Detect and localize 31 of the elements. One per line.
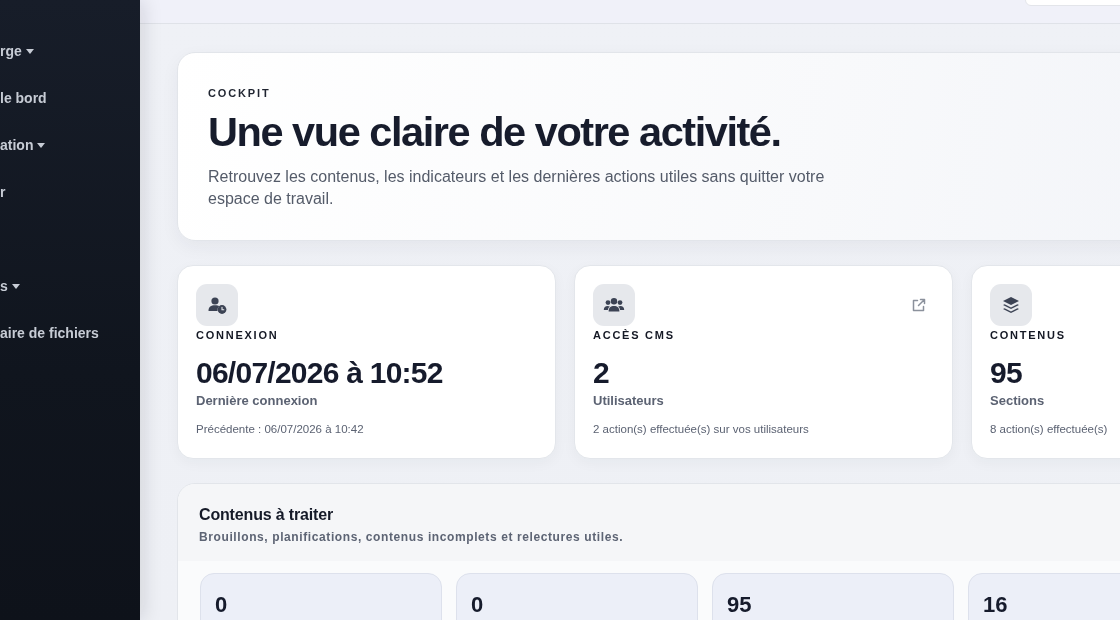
stat-note: 2 action(s) effectuée(s) sur vos utilisateurs bbox=[593, 422, 810, 438]
stat-value: 95 bbox=[990, 357, 1023, 390]
sidebar-item[interactable]: r bbox=[0, 181, 6, 203]
count-value: 0 bbox=[215, 592, 228, 619]
stat-caption: Sections bbox=[990, 392, 1046, 410]
stat-value: 06/07/2026 à 10:52 bbox=[196, 357, 444, 390]
stat-caption: Dernière connexion bbox=[196, 392, 319, 410]
count-value: 16 bbox=[983, 592, 1008, 619]
stat-note: Précédente : 06/07/2026 à 10:42 bbox=[196, 422, 365, 438]
user-clock-icon bbox=[196, 284, 238, 327]
stat-label: ACCÈS CMS bbox=[593, 328, 676, 343]
stat-label: CONNEXION bbox=[196, 328, 280, 343]
stat-note: 8 action(s) effectuée(s) bbox=[990, 422, 1109, 438]
hero-title: Une vue claire de votre activité. bbox=[208, 108, 782, 155]
sidebar-item[interactable]: aire de fichiers bbox=[0, 322, 99, 344]
hero-eyebrow: COCKPIT bbox=[208, 86, 272, 101]
users-icon bbox=[593, 284, 635, 327]
hero-text: Retrouvez les contenus, les indicateurs et les dernières actions utiles sans quitter votre espace de travail. bbox=[208, 167, 826, 210]
count-value: 0 bbox=[471, 592, 484, 619]
layers-icon bbox=[990, 284, 1032, 327]
queue-title: Contenus à traiter bbox=[199, 505, 335, 526]
count-value: 95 bbox=[727, 592, 752, 619]
sidebar-item[interactable]: le bord bbox=[0, 87, 47, 109]
queue-subtitle: Brouillons, planifications, contenus incomplets et relectures utiles. bbox=[199, 530, 625, 546]
stat-value: 2 bbox=[593, 357, 610, 390]
sidebar-item[interactable]: s bbox=[0, 275, 20, 297]
sidebar-item[interactable]: rge bbox=[0, 40, 34, 62]
external-link-icon[interactable] bbox=[912, 298, 926, 313]
stat-caption: Utilisateurs bbox=[593, 392, 665, 410]
sidebar-item[interactable]: ation bbox=[0, 134, 46, 156]
stat-label: CONTENUS bbox=[990, 328, 1067, 343]
